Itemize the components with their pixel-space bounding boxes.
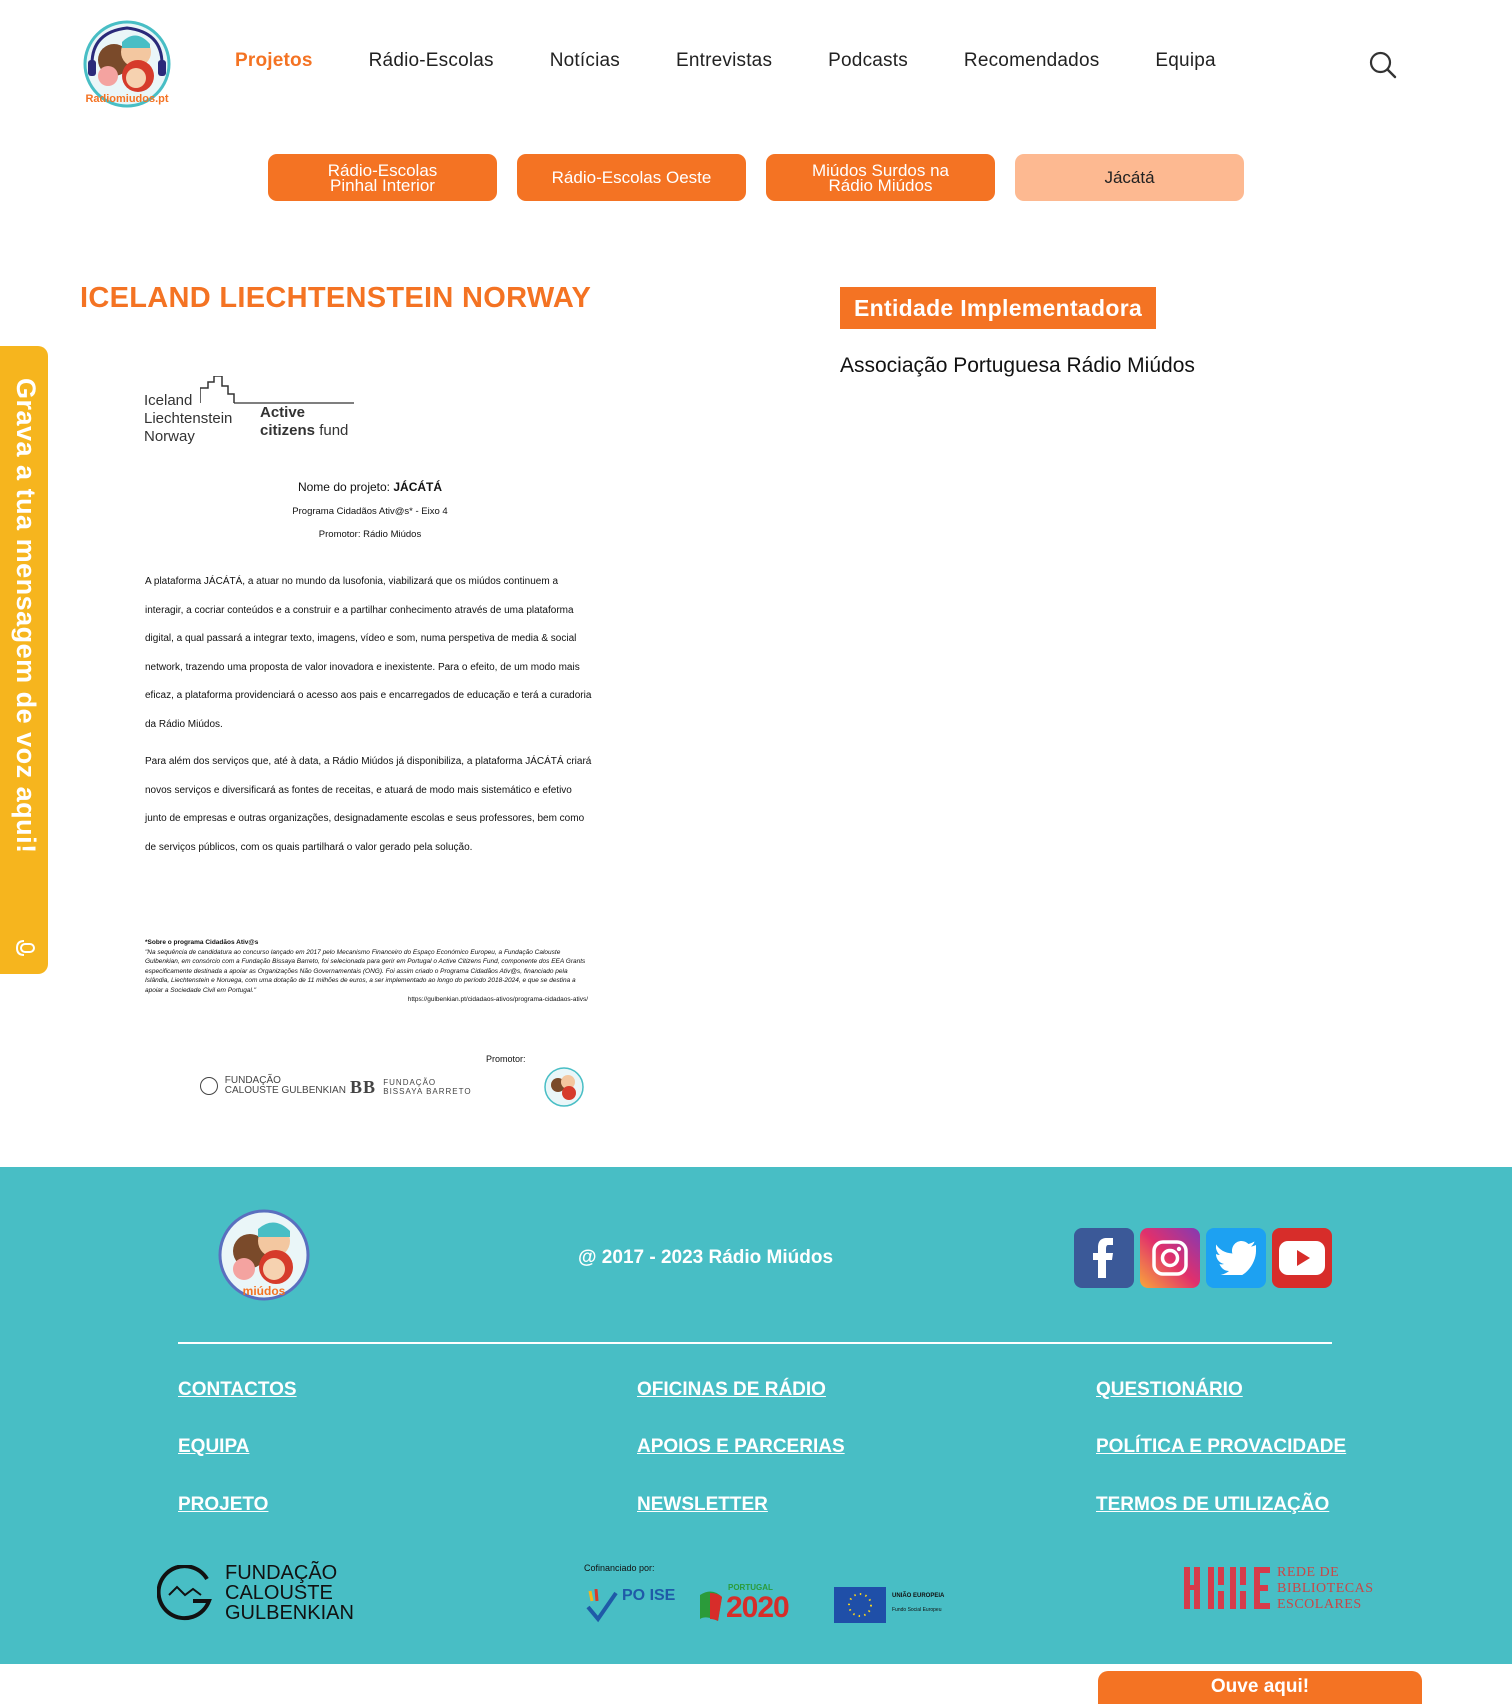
footer-link-termos[interactable]: TERMOS DE UTILIZAÇÃO [1096, 1494, 1329, 1516]
instagram-icon[interactable] [1140, 1228, 1200, 1288]
footer-link-newsletter[interactable]: NEWSLETTER [637, 1494, 768, 1516]
entity-badge: Entidade Implementadora [840, 287, 1157, 329]
site-footer: miúdos @ 2017 - 2023 Rádio Miúdos CONTAC… [0, 1167, 1512, 1664]
subtab-radio-escolas-oeste[interactable]: Rádio-Escolas Oeste [517, 154, 746, 201]
voice-message-tab[interactable]: Grava a tua mensagem de voz aqui! [0, 346, 48, 974]
subtab-miudos-surdos[interactable]: Miúdos Surdos na Rádio Miúdos [766, 154, 995, 201]
doc-fcg-logo: FUNDAÇÃO CALOUSTE GULBENKIAN [200, 1076, 346, 1096]
footer-link-projeto[interactable]: PROJETO [178, 1494, 268, 1516]
site-header: Radiomiudos.pt Projetos Rádio-Escolas No… [0, 0, 1512, 130]
svg-text:Radiomiudos.pt: Radiomiudos.pt [85, 93, 168, 105]
footer-link-contactos[interactable]: CONTACTOS [178, 1379, 297, 1401]
svg-text:miúdos: miúdos [243, 1284, 286, 1298]
skyline-icon [200, 376, 354, 404]
nav-recomendados[interactable]: Recomendados [964, 50, 1099, 72]
nav-radio-escolas[interactable]: Rádio-Escolas [369, 50, 494, 72]
nav-equipa[interactable]: Equipa [1155, 50, 1215, 72]
portugal-flag-icon [700, 1591, 722, 1621]
main-nav: Projetos Rádio-Escolas Notícias Entrevis… [235, 50, 1272, 72]
portugal-2020-logo: PORTUGAL 2020 [698, 1583, 818, 1627]
footer-link-apoios[interactable]: APOIOS E PARCERIAS [637, 1436, 845, 1458]
subtab-jacata[interactable]: Jácátá [1015, 154, 1244, 201]
youtube-icon[interactable] [1272, 1228, 1332, 1288]
radio-miudos-small-logo [544, 1067, 584, 1107]
doc-promoter: Promotor: Rádio Miúdos [318, 529, 422, 540]
footer-divider [178, 1342, 1332, 1344]
rede-bibliotecas-logo[interactable]: REDE DE BIBLIOTECAS ESCOLARES [1184, 1565, 1374, 1615]
twitter-icon[interactable] [1206, 1228, 1266, 1288]
doc-paragraph-1: A plataforma JÁCÁTÁ, a atuar no mundo da… [145, 576, 592, 730]
poise-check-icon [586, 1589, 618, 1623]
doc-paragraph-2: Para além dos serviços que, até à data, … [145, 756, 592, 853]
doc-project-name: Nome do projeto: JÁCÁTÁ [297, 480, 443, 494]
cofinanciado-label: Cofinanciado por: [584, 1563, 655, 1573]
logo-active-citizens-text: Active citizens fund [260, 404, 349, 439]
doc-footnote-url: https://gulbenkian.pt/cidadaos-ativos/pr… [407, 996, 588, 1003]
nav-noticias[interactable]: Notícias [550, 50, 620, 72]
subtab-radio-escolas-pinhal[interactable]: Rádio-Escolas Pinhal Interior [268, 154, 497, 201]
footer-link-politica[interactable]: POLÍTICA E PROVACIDADE [1096, 1436, 1346, 1458]
search-icon[interactable] [1368, 50, 1398, 80]
project-document: Iceland Liechtenstein Norway Active citi… [140, 356, 600, 1116]
nav-projetos[interactable]: Projetos [235, 50, 313, 72]
fcg-emblem-icon [200, 1077, 218, 1095]
doc-promotor-label: Promotor: [486, 1054, 526, 1064]
nav-entrevistas[interactable]: Entrevistas [676, 50, 772, 72]
doc-program: Programa Cidadãos Ativ@s* - Eixo 4 [292, 506, 448, 517]
footer-link-oficinas[interactable]: OFICINAS DE RÁDIO [637, 1379, 826, 1401]
radio-miudos-logo[interactable]: Radiomiudos.pt [78, 18, 176, 110]
rbe-emblem-icon [1184, 1567, 1270, 1609]
doc-fbb-logo: BB FUNDAÇÃO BISSAYA BARRETO [350, 1076, 472, 1097]
entity-name: Associação Portuguesa Rádio Miúdos [840, 354, 1195, 377]
footer-link-equipa[interactable]: EQUIPA [178, 1436, 249, 1458]
project-subtabs: Rádio-Escolas Pinhal Interior Rádio-Esco… [268, 154, 1244, 201]
nav-podcasts[interactable]: Podcasts [828, 50, 908, 72]
copyright-text: @ 2017 - 2023 Rádio Miúdos [578, 1247, 834, 1268]
uniao-europeia-logo: UNIÃO EUROPEIA Fundo Social Europeu [834, 1585, 954, 1625]
fbb-emblem-icon: BB [350, 1076, 377, 1097]
footer-link-questionario[interactable]: QUESTIONÁRIO [1096, 1379, 1243, 1401]
listen-here-button[interactable]: Ouve aqui! [1098, 1671, 1422, 1704]
gulbenkian-emblem-icon [157, 1565, 212, 1621]
voice-message-label: Grava a tua mensagem de voz aqui! [11, 378, 41, 854]
page-title: ICELAND LIECHTENSTEIN NORWAY [80, 282, 592, 314]
social-links [1074, 1228, 1332, 1288]
poise-logo: PO ISE [584, 1585, 684, 1625]
eu-flag-icon [834, 1587, 886, 1623]
doc-footnote: *Sobre o programa Cidadãos Ativ@s "Na se… [145, 939, 586, 994]
microphone-icon [15, 940, 35, 956]
active-citizens-fund-logo: Iceland Liechtenstein Norway Active citi… [144, 366, 354, 446]
facebook-icon[interactable] [1074, 1228, 1134, 1288]
footer-radio-miudos-logo[interactable]: miúdos [212, 1207, 316, 1303]
gulbenkian-logo[interactable]: FUNDAÇÃO CALOUSTE GULBENKIAN [157, 1563, 357, 1623]
